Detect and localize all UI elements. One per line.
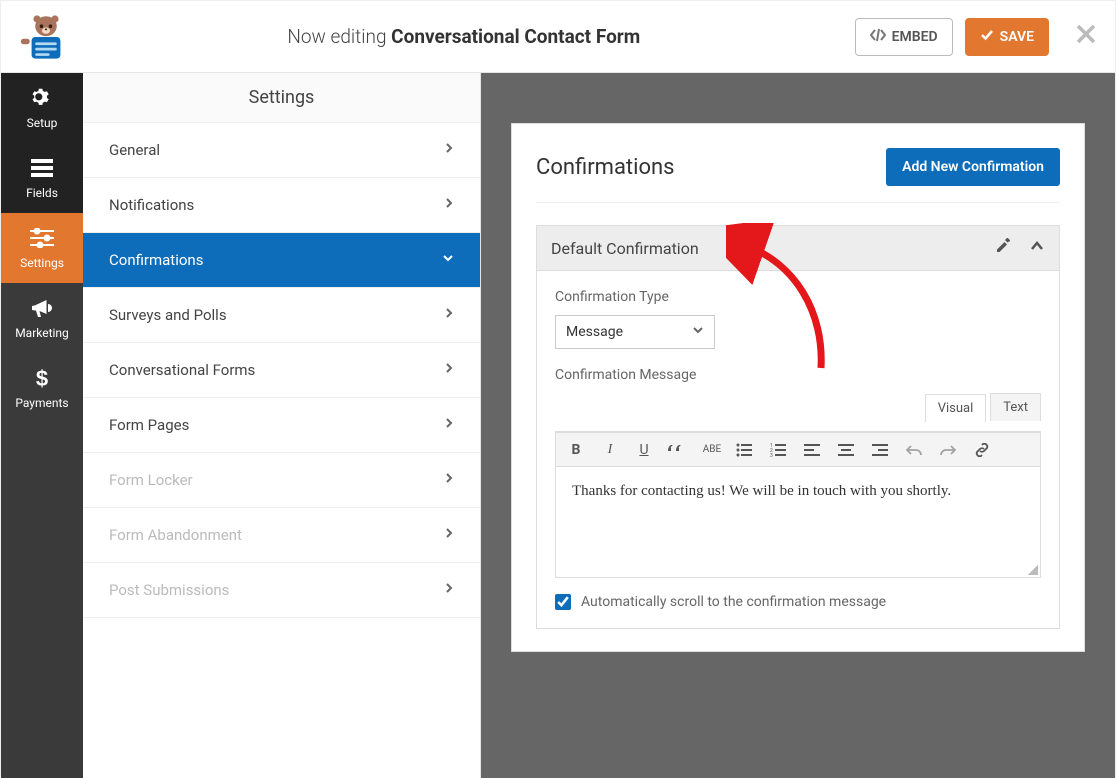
sidebar-item-conversational-forms[interactable]: Conversational Forms xyxy=(83,343,480,398)
check-icon xyxy=(980,28,994,46)
auto-scroll-checkbox[interactable] xyxy=(555,594,571,610)
gear-icon xyxy=(30,86,54,110)
nav-setup[interactable]: Setup xyxy=(1,73,83,143)
editor-textarea[interactable]: Thanks for contacting us! We will be in … xyxy=(556,467,1040,577)
chevron-down-icon xyxy=(692,324,704,340)
text-tab[interactable]: Text xyxy=(990,393,1041,421)
chevron-right-icon xyxy=(444,197,454,213)
page-title: Now editing Conversational Contact Form xyxy=(73,25,855,48)
link-icon[interactable] xyxy=(974,443,994,457)
underline-icon[interactable]: U xyxy=(634,442,654,458)
ul-icon[interactable] xyxy=(736,443,756,457)
bold-icon[interactable]: B xyxy=(566,442,586,458)
chevron-right-icon xyxy=(444,307,454,323)
add-confirmation-button[interactable]: Add New Confirmation xyxy=(886,148,1060,186)
chevron-right-icon xyxy=(444,472,454,488)
sidebar-item-label: Form Abandonment xyxy=(109,526,242,544)
align-right-icon[interactable] xyxy=(872,443,892,457)
chevron-right-icon xyxy=(444,527,454,543)
svg-text:$: $ xyxy=(36,366,48,390)
sliders-icon xyxy=(30,226,54,250)
megaphone-icon xyxy=(30,296,54,320)
sidebar-item-form-locker[interactable]: Form Locker xyxy=(83,453,480,508)
sidebar-item-label: General xyxy=(109,141,160,159)
message-label: Confirmation Message xyxy=(555,367,1041,383)
dollar-icon: $ xyxy=(30,366,54,390)
sidebar-item-form-abandonment[interactable]: Form Abandonment xyxy=(83,508,480,563)
sidebar-item-general[interactable]: General xyxy=(83,123,480,178)
svg-text:3: 3 xyxy=(770,453,773,457)
accordion-title: Default Confirmation xyxy=(551,239,699,258)
nav-fields[interactable]: Fields xyxy=(1,143,83,213)
sidebar-item-label: Conversational Forms xyxy=(109,361,255,379)
ol-icon[interactable]: 123 xyxy=(770,443,790,457)
settings-title: Settings xyxy=(83,73,480,123)
chevron-right-icon xyxy=(444,417,454,433)
sidebar-item-confirmations[interactable]: Confirmations xyxy=(83,233,480,288)
visual-tab[interactable]: Visual xyxy=(925,394,987,422)
nav-settings[interactable]: Settings xyxy=(1,213,83,283)
sidebar-item-label: Surveys and Polls xyxy=(109,306,227,324)
sidebar-item-label: Post Submissions xyxy=(109,581,229,599)
strike-icon[interactable]: ABE xyxy=(702,444,722,455)
sidebar-item-notifications[interactable]: Notifications xyxy=(83,178,480,233)
confirmations-heading: Confirmations xyxy=(536,155,675,180)
sidebar-item-label: Notifications xyxy=(109,196,194,214)
sidebar-item-post-submissions[interactable]: Post Submissions xyxy=(83,563,480,618)
align-left-icon[interactable] xyxy=(804,443,824,457)
chevron-down-icon xyxy=(442,252,454,268)
sidebar-item-label: Form Pages xyxy=(109,416,189,434)
quote-icon[interactable] xyxy=(668,443,688,457)
app-logo xyxy=(19,13,73,61)
confirmation-type-select[interactable]: Message xyxy=(555,315,715,349)
chevron-right-icon xyxy=(444,582,454,598)
sidebar-item-label: Form Locker xyxy=(109,471,193,489)
sidebar-item-label: Confirmations xyxy=(109,251,203,269)
nav-marketing[interactable]: Marketing xyxy=(1,283,83,353)
sidebar-item-surveys-and-polls[interactable]: Surveys and Polls xyxy=(83,288,480,343)
auto-scroll-label[interactable]: Automatically scroll to the confirmation… xyxy=(581,594,886,610)
list-icon xyxy=(30,156,54,180)
close-icon[interactable] xyxy=(1075,22,1097,52)
save-button[interactable]: SAVE xyxy=(965,18,1049,56)
code-icon xyxy=(870,28,886,46)
chevron-right-icon xyxy=(444,142,454,158)
type-label: Confirmation Type xyxy=(555,289,1041,305)
embed-button[interactable]: EMBED xyxy=(855,18,953,56)
collapse-icon[interactable] xyxy=(1029,238,1045,258)
align-center-icon[interactable] xyxy=(838,443,858,457)
italic-icon[interactable]: I xyxy=(600,441,620,458)
nav-payments[interactable]: $ Payments xyxy=(1,353,83,423)
sidebar-item-form-pages[interactable]: Form Pages xyxy=(83,398,480,453)
chevron-right-icon xyxy=(444,362,454,378)
redo-icon[interactable] xyxy=(940,443,960,457)
undo-icon[interactable] xyxy=(906,443,926,457)
edit-icon[interactable] xyxy=(995,238,1011,258)
